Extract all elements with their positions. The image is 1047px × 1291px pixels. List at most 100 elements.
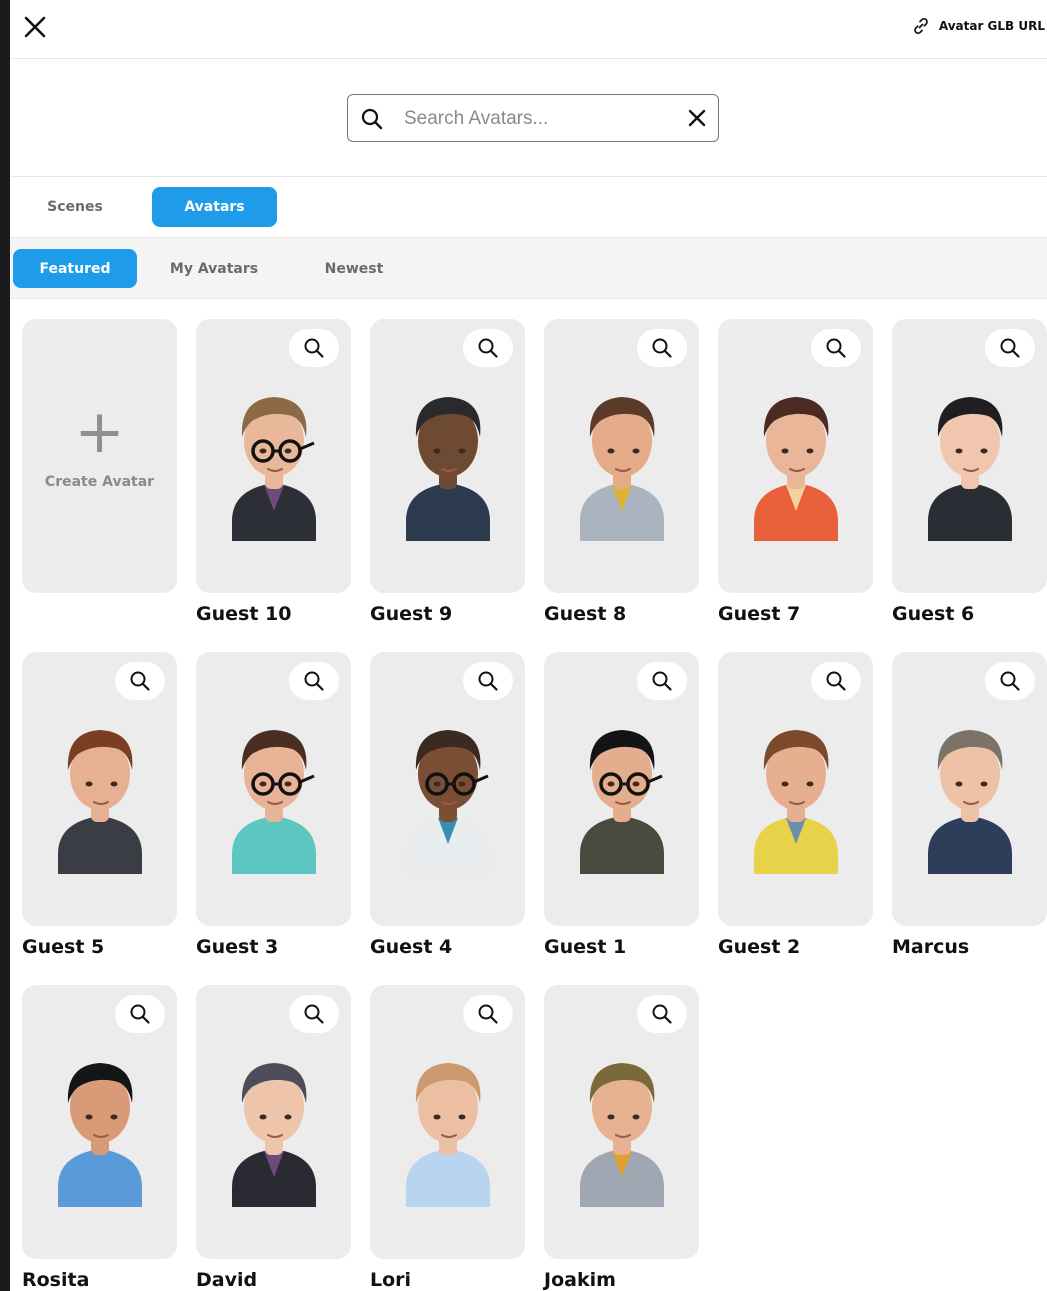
search-icon <box>361 108 383 130</box>
preview-button[interactable] <box>289 995 339 1033</box>
create-avatar-tile[interactable]: + Create Avatar <box>22 319 177 593</box>
zoom-icon <box>1000 671 1020 691</box>
top-bar: Avatar GLB URL <box>10 0 1047 59</box>
avatar-glb-url-label: Avatar GLB URL <box>938 19 1045 33</box>
filter-featured[interactable]: Featured <box>13 249 137 288</box>
zoom-icon <box>478 1004 498 1024</box>
preview-button[interactable] <box>811 329 861 367</box>
preview-button[interactable] <box>985 329 1035 367</box>
search-box[interactable] <box>347 94 719 142</box>
avatar-head-icon <box>580 397 664 541</box>
avatar-card[interactable]: Guest 7 <box>718 319 873 625</box>
avatar-thumbnail[interactable] <box>718 652 873 926</box>
tab-scenes[interactable]: Scenes <box>24 187 126 227</box>
plus-icon: + <box>74 397 125 467</box>
zoom-icon <box>304 338 324 358</box>
link-icon <box>914 17 928 35</box>
avatar-thumbnail[interactable] <box>196 319 351 593</box>
preview-button[interactable] <box>463 329 513 367</box>
avatar-thumbnail[interactable] <box>22 985 177 1259</box>
filter-tabs: Featured My Avatars Newest <box>10 238 1047 299</box>
preview-button[interactable] <box>985 662 1035 700</box>
avatar-name: Guest 1 <box>544 936 627 958</box>
filter-my-avatars[interactable]: My Avatars <box>152 249 276 288</box>
avatar-card[interactable]: Guest 3 <box>196 652 351 958</box>
zoom-icon <box>652 338 672 358</box>
avatar-card[interactable]: Guest 10 <box>196 319 351 625</box>
avatar-thumbnail[interactable] <box>544 985 699 1259</box>
avatar-card[interactable]: Rosita <box>22 985 177 1291</box>
preview-button[interactable] <box>637 995 687 1033</box>
avatar-card[interactable]: Guest 9 <box>370 319 525 625</box>
preview-button[interactable] <box>115 995 165 1033</box>
avatar-thumbnail[interactable] <box>544 319 699 593</box>
avatar-name: Guest 5 <box>22 936 105 958</box>
create-avatar-card[interactable]: + Create Avatar <box>22 319 177 593</box>
avatar-thumbnail[interactable] <box>196 652 351 926</box>
search-input[interactable] <box>402 103 676 135</box>
preview-button[interactable] <box>463 995 513 1033</box>
preview-button[interactable] <box>115 662 165 700</box>
avatar-card[interactable]: Lori <box>370 985 525 1291</box>
zoom-icon <box>652 671 672 691</box>
avatar-name: Guest 4 <box>370 936 453 958</box>
avatar-card[interactable]: Guest 8 <box>544 319 699 625</box>
preview-button[interactable] <box>289 662 339 700</box>
avatar-head-icon <box>754 397 838 541</box>
close-button[interactable] <box>20 12 50 42</box>
avatar-thumbnail[interactable] <box>370 985 525 1259</box>
search-row <box>10 58 1047 177</box>
avatar-thumbnail[interactable] <box>196 985 351 1259</box>
avatar-card[interactable]: David <box>196 985 351 1291</box>
avatar-card[interactable]: Joakim <box>544 985 699 1291</box>
zoom-icon <box>130 671 150 691</box>
avatar-name: Guest 6 <box>892 603 975 625</box>
zoom-icon <box>130 1004 150 1024</box>
avatar-thumbnail[interactable] <box>544 652 699 926</box>
preview-button[interactable] <box>811 662 861 700</box>
avatar-head-icon <box>58 1063 142 1207</box>
avatar-name: Guest 3 <box>196 936 279 958</box>
avatar-thumbnail[interactable] <box>718 319 873 593</box>
avatar-thumbnail[interactable] <box>892 319 1047 593</box>
tab-avatars[interactable]: Avatars <box>152 187 277 227</box>
avatar-head-icon <box>58 730 142 874</box>
zoom-icon <box>304 671 324 691</box>
filter-newest[interactable]: Newest <box>292 249 416 288</box>
clear-search-icon[interactable] <box>686 107 708 129</box>
avatar-picker-panel: Avatar GLB URL Scenes Avatars Featured M… <box>10 0 1047 1291</box>
avatar-thumbnail[interactable] <box>370 652 525 926</box>
avatar-head-icon <box>406 1063 490 1207</box>
avatar-name: Lori <box>370 1269 412 1291</box>
preview-button[interactable] <box>637 329 687 367</box>
avatar-card[interactable]: Marcus <box>892 652 1047 958</box>
avatar-name: Joakim <box>544 1269 616 1291</box>
avatar-name: Guest 10 <box>196 603 292 625</box>
preview-button[interactable] <box>637 662 687 700</box>
avatar-name: Guest 7 <box>718 603 801 625</box>
avatar-head-icon <box>232 1063 316 1207</box>
avatar-head-icon <box>406 730 490 874</box>
preview-button[interactable] <box>289 329 339 367</box>
close-icon <box>24 16 46 38</box>
avatar-head-icon <box>754 730 838 874</box>
zoom-icon <box>478 671 498 691</box>
zoom-icon <box>652 1004 672 1024</box>
avatar-card[interactable]: Guest 1 <box>544 652 699 958</box>
avatar-thumbnail[interactable] <box>370 319 525 593</box>
avatar-thumbnail[interactable] <box>22 652 177 926</box>
avatar-card[interactable]: Guest 2 <box>718 652 873 958</box>
avatar-head-icon <box>232 397 316 541</box>
main-tabs: Scenes Avatars <box>10 177 1047 238</box>
zoom-icon <box>826 671 846 691</box>
avatar-card[interactable]: Guest 4 <box>370 652 525 958</box>
avatar-card[interactable]: Guest 6 <box>892 319 1047 625</box>
avatar-card[interactable]: Guest 5 <box>22 652 177 958</box>
avatar-thumbnail[interactable] <box>892 652 1047 926</box>
preview-button[interactable] <box>463 662 513 700</box>
avatar-glb-url-link[interactable]: Avatar GLB URL <box>911 16 1045 36</box>
zoom-icon <box>1000 338 1020 358</box>
avatar-head-icon <box>232 730 316 874</box>
avatar-name: Guest 9 <box>370 603 453 625</box>
avatar-name: Guest 8 <box>544 603 627 625</box>
